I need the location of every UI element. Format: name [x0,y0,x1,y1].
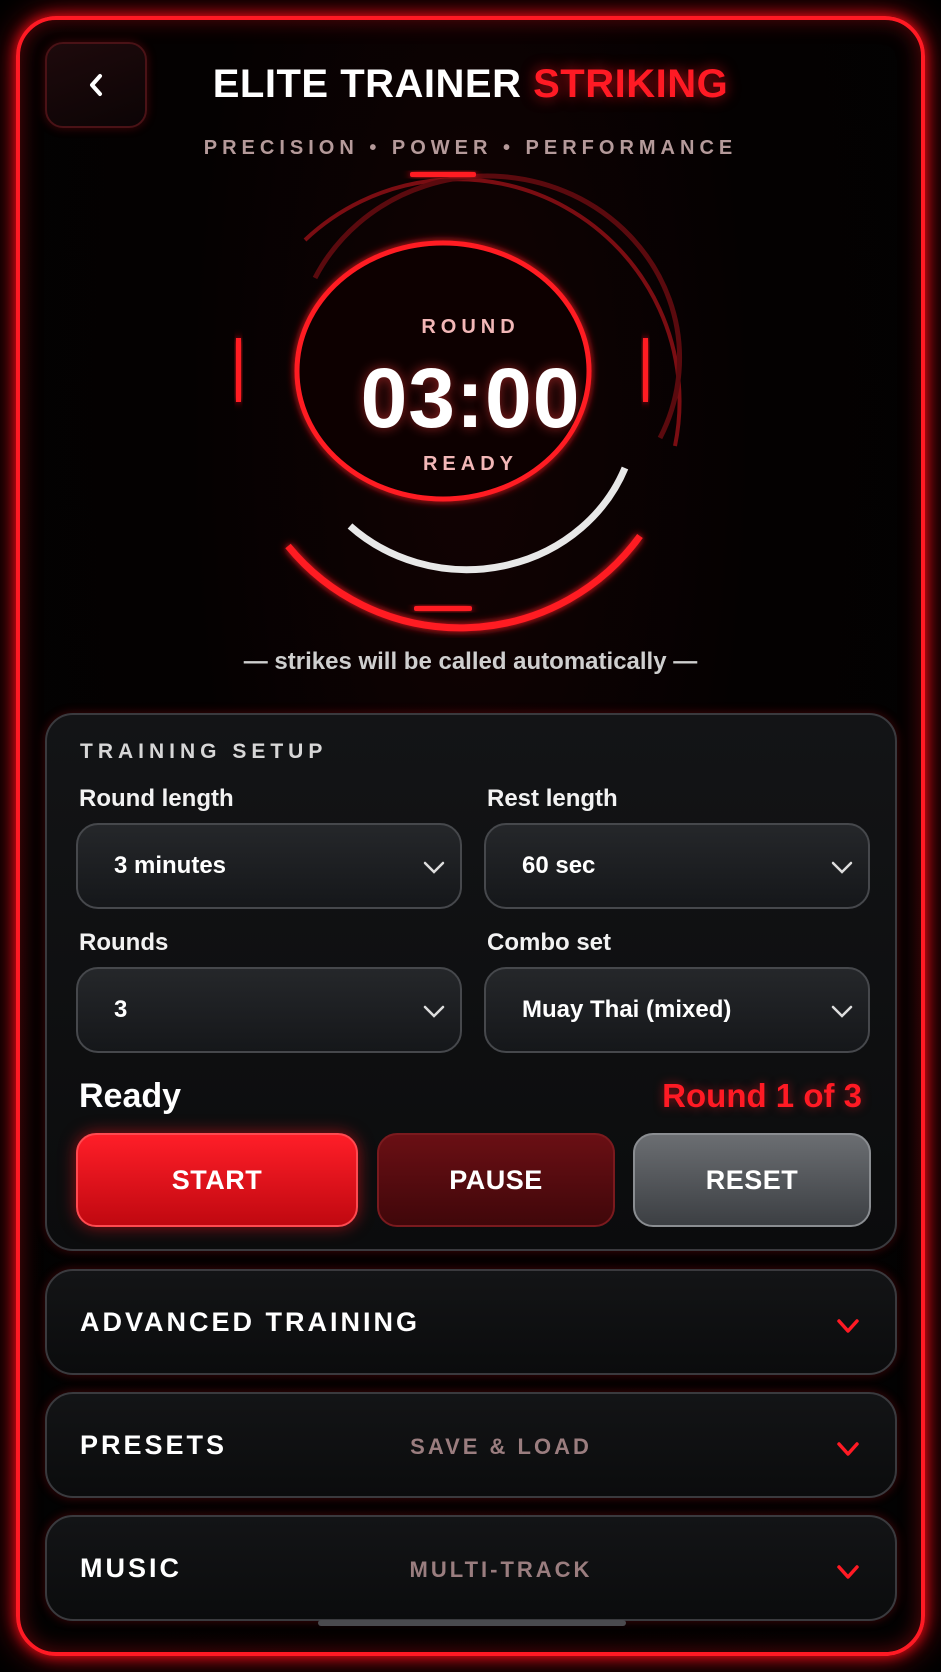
start-button[interactable]: START [76,1133,358,1227]
app-title-main: ELITE TRAINER [212,62,522,106]
chevron-down-icon [837,1442,859,1456]
chevron-down-icon [837,1565,859,1579]
chevron-down-icon [831,861,853,874]
presets-subtitle: SAVE & LOAD [410,1434,592,1459]
tagline: PRECISION • POWER • PERFORMANCE [203,137,738,159]
presets-section[interactable]: PRESETS SAVE & LOAD [45,1392,897,1498]
combo-set-label: Combo set [487,929,612,956]
rest-length-select[interactable]: 60 sec [484,823,870,909]
round-label: ROUND [421,316,520,338]
training-setup-title: TRAINING SETUP [80,740,328,763]
advanced-training-section[interactable]: ADVANCED TRAINING [45,1269,897,1375]
rounds-value: 3 [114,996,128,1023]
auto-call-hint: — strikes will be called automatically — [243,648,698,675]
round-length-select[interactable]: 3 minutes [76,823,462,909]
rounds-label: Rounds [79,929,169,956]
round-length-label: Round length [79,785,234,812]
app-title-accent: STRIKING [533,62,729,106]
chevron-down-icon [423,1005,445,1018]
training-setup-panel: TRAINING SETUP Round length 3 minutes Re… [45,713,897,1251]
rest-length-value: 60 sec [522,852,596,879]
timer-status-label: READY [422,453,518,475]
top-mark [410,172,476,177]
timer-display: 03:00 [360,351,581,445]
chevron-down-icon [831,1005,853,1018]
chevron-down-icon [837,1319,859,1333]
home-indicator [318,1620,626,1626]
rounds-select[interactable]: 3 [76,967,462,1053]
music-section[interactable]: MUSIC MULTI-TRACK [45,1515,897,1621]
combo-set-select[interactable]: Muay Thai (mixed) [484,967,870,1053]
combo-set-value: Muay Thai (mixed) [522,996,732,1023]
chevron-down-icon [423,861,445,874]
pause-button[interactable]: PAUSE [377,1133,615,1227]
advanced-training-title: ADVANCED TRAINING [80,1307,420,1337]
outer-ring-arc-bottom [285,533,643,632]
session-status: Ready [79,1077,182,1115]
app-title: ELITE TRAINER STRIKING [0,62,941,107]
rest-length-label: Rest length [487,785,618,812]
round-counter: Round 1 of 3 [662,1077,862,1114]
reset-button[interactable]: RESET [633,1133,871,1227]
round-length-value: 3 minutes [114,852,227,879]
music-subtitle: MULTI-TRACK [409,1557,593,1582]
bottom-mark [414,606,472,611]
